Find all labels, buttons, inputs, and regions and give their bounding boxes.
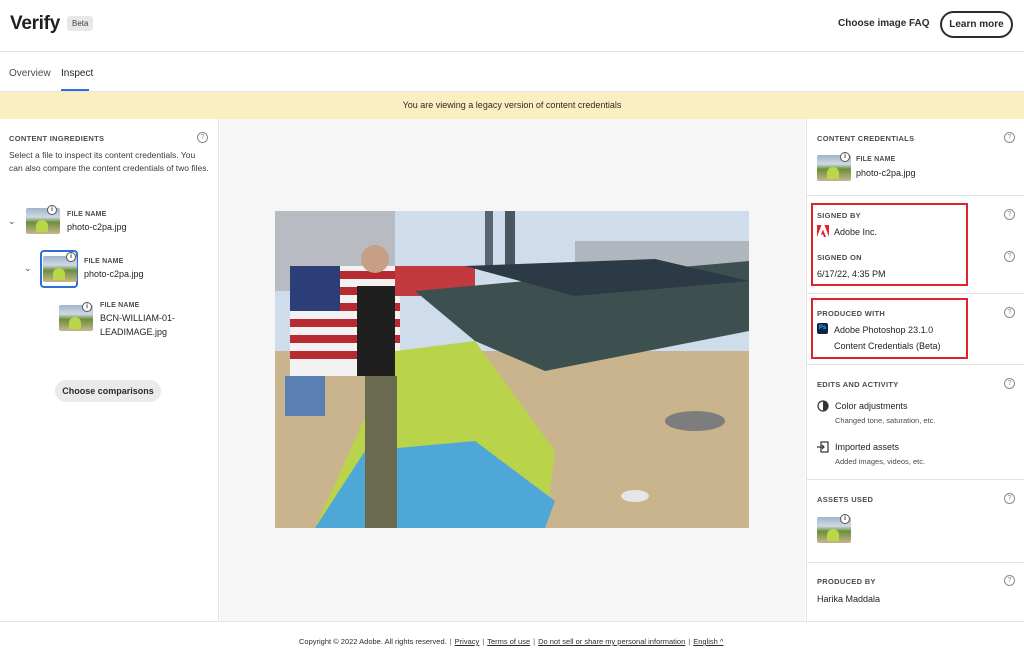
file-name-label: FILE NAME: [856, 156, 896, 163]
language-selector[interactable]: English ^: [693, 637, 723, 646]
file-name-value: photo-c2pa.jpg: [856, 168, 916, 178]
divider: [807, 562, 1024, 563]
edits-title: EDITS AND ACTIVITY: [817, 380, 899, 389]
produced-with-app: Adobe Photoshop 23.1.0: [834, 325, 934, 335]
chevron-down-icon[interactable]: ⌄: [8, 216, 16, 227]
preview-photo: [275, 211, 749, 528]
edit-item-detail: Changed tone, saturation, etc.: [835, 416, 936, 425]
content-ingredients-panel: CONTENT INGREDIENTS ? Select a file to i…: [0, 119, 219, 621]
app-logo[interactable]: Verify: [10, 13, 60, 35]
terms-link[interactable]: Terms of use: [487, 637, 530, 646]
divider: [807, 364, 1024, 365]
produced-with-label: PRODUCED WITH: [817, 309, 886, 318]
image-preview-area: [220, 119, 805, 621]
content-credentials-panel: CONTENT CREDENTIALS ? i FILE NAME photo-…: [806, 119, 1024, 621]
info-icon: i: [66, 252, 76, 262]
file-name-value: LEADIMAGE.jpg: [100, 327, 168, 337]
color-adjust-icon: [817, 400, 829, 412]
choose-comparisons-button[interactable]: Choose comparisons: [55, 380, 161, 402]
assets-used-title: ASSETS USED: [817, 495, 874, 504]
app-header: Verify Beta Choose image FAQ Learn more: [0, 0, 1024, 52]
produced-with-detail: Content Credentials (Beta): [834, 341, 941, 351]
file-name-label: FILE NAME: [67, 211, 107, 218]
photo-illustration: [275, 211, 749, 528]
choose-image-link[interactable]: Choose image: [838, 18, 906, 29]
legacy-banner: You are viewing a legacy version of cont…: [0, 92, 1024, 119]
help-icon[interactable]: ?: [1004, 307, 1015, 318]
chevron-down-icon[interactable]: ⌄: [24, 263, 32, 274]
signed-by-label: SIGNED BY: [817, 211, 861, 220]
ingredients-title: CONTENT INGREDIENTS: [9, 134, 105, 143]
info-icon: i: [82, 302, 92, 312]
help-icon[interactable]: ?: [1004, 575, 1015, 586]
footer: Copyright © 2022 Adobe. All rights reser…: [0, 621, 1024, 654]
help-icon[interactable]: ?: [1004, 251, 1015, 262]
photoshop-icon: Ps: [817, 323, 828, 334]
adobe-logo-icon: [817, 225, 829, 237]
import-icon: [817, 441, 829, 453]
info-icon: i: [840, 514, 850, 524]
file-name-value: photo-c2pa.jpg: [84, 269, 144, 279]
signed-on-value: 6/17/22, 4:35 PM: [817, 269, 886, 279]
file-name-label: FILE NAME: [84, 258, 124, 265]
help-icon[interactable]: ?: [1004, 493, 1015, 504]
edit-item-label: Imported assets: [835, 442, 900, 452]
help-icon[interactable]: ?: [1004, 209, 1015, 220]
file-name-value: photo-c2pa.jpg: [67, 222, 127, 232]
faq-link[interactable]: FAQ: [909, 18, 930, 29]
file-name-value: BCN-WILLIAM-01-: [100, 313, 176, 323]
signed-by-value: Adobe Inc.: [834, 227, 878, 237]
privacy-link[interactable]: Privacy: [455, 637, 480, 646]
copyright-text: Copyright © 2022 Adobe. All rights reser…: [299, 637, 447, 646]
divider: [807, 195, 1024, 196]
tab-overview[interactable]: Overview: [9, 68, 51, 79]
info-icon: i: [840, 152, 850, 162]
divider: [807, 479, 1024, 480]
divider: [807, 293, 1024, 294]
learn-more-button[interactable]: Learn more: [940, 11, 1013, 38]
help-icon[interactable]: ?: [1004, 378, 1015, 389]
edit-item-label: Color adjustments: [835, 401, 908, 411]
tab-inspect[interactable]: Inspect: [61, 68, 93, 79]
help-icon[interactable]: ?: [1004, 132, 1015, 143]
help-icon[interactable]: ?: [197, 132, 208, 143]
info-icon: i: [47, 205, 57, 215]
beta-badge: Beta: [67, 16, 94, 31]
tab-bar: Overview Inspect: [0, 52, 1024, 92]
produced-by-title: PRODUCED BY: [817, 577, 876, 586]
do-not-sell-link[interactable]: Do not sell or share my personal informa…: [538, 637, 685, 646]
edit-item-detail: Added images, videos, etc.: [835, 457, 926, 466]
signed-on-label: SIGNED ON: [817, 253, 862, 262]
file-name-label: FILE NAME: [100, 302, 140, 309]
credentials-title: CONTENT CREDENTIALS: [817, 134, 915, 143]
active-tab-indicator: [61, 89, 89, 91]
produced-by-value: Harika Maddala: [817, 594, 881, 604]
ingredients-description: Select a file to inspect its content cre…: [9, 150, 209, 173]
